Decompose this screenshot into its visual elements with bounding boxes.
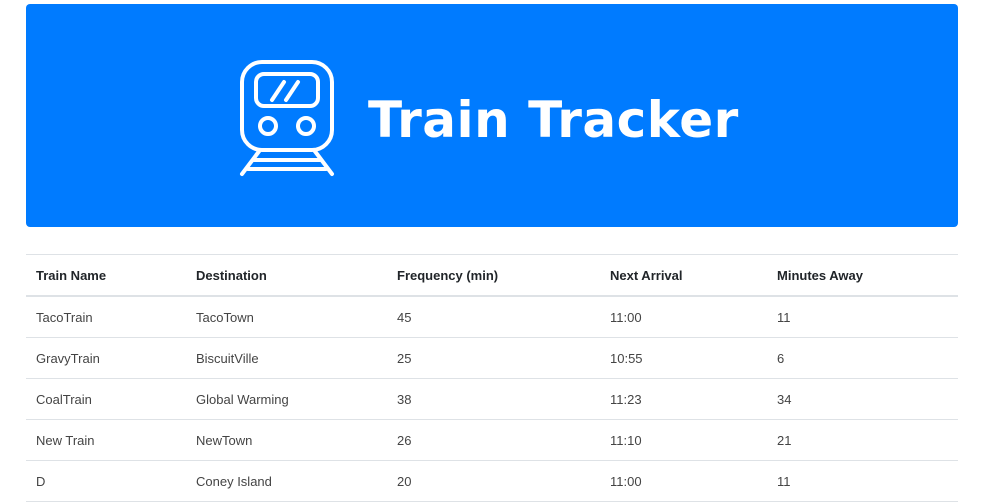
- cell-destination: NewTown: [186, 419, 387, 461]
- cell-minutes-away: 11: [767, 460, 958, 502]
- table-row: GravyTrain BiscuitVille 25 10:55 6: [26, 337, 958, 379]
- table-row: D Coney Island 20 11:00 11: [26, 460, 958, 502]
- cell-next-arrival: 11:10: [600, 419, 767, 461]
- table-row: TacoTrain TacoTown 45 11:00 11: [26, 296, 958, 338]
- table-row: New Train NewTown 26 11:10 21: [26, 419, 958, 461]
- cell-next-arrival: 11:23: [600, 378, 767, 420]
- cell-destination: BiscuitVille: [186, 337, 387, 379]
- page-title: Train Tracker: [368, 91, 739, 149]
- table-header: Train Name Destination Frequency (min) N…: [26, 254, 958, 297]
- cell-train-name: CoalTrain: [26, 378, 186, 420]
- table-header-row: Train Name Destination Frequency (min) N…: [26, 254, 958, 297]
- cell-minutes-away: 21: [767, 419, 958, 461]
- cell-frequency: 45: [387, 296, 600, 338]
- train-schedule-table: Train Name Destination Frequency (min) N…: [26, 254, 958, 502]
- cell-frequency: 38: [387, 378, 600, 420]
- cell-next-arrival: 10:55: [600, 337, 767, 379]
- header-banner: Train Tracker: [26, 4, 958, 227]
- cell-frequency: 25: [387, 337, 600, 379]
- cell-next-arrival: 11:00: [600, 460, 767, 502]
- cell-train-name: New Train: [26, 419, 186, 461]
- cell-minutes-away: 34: [767, 378, 958, 420]
- cell-train-name: GravyTrain: [26, 337, 186, 379]
- train-icon: [240, 60, 334, 176]
- column-header-next-arrival: Next Arrival: [600, 254, 767, 297]
- table-body: TacoTrain TacoTown 45 11:00 11 GravyTrai…: [26, 296, 958, 502]
- cell-destination: Global Warming: [186, 378, 387, 420]
- column-header-minutes-away: Minutes Away: [767, 254, 958, 297]
- column-header-train-name: Train Name: [26, 254, 186, 297]
- cell-train-name: TacoTrain: [26, 296, 186, 338]
- column-header-destination: Destination: [186, 254, 387, 297]
- cell-minutes-away: 11: [767, 296, 958, 338]
- table-row: CoalTrain Global Warming 38 11:23 34: [26, 378, 958, 420]
- cell-frequency: 26: [387, 419, 600, 461]
- cell-train-name: D: [26, 460, 186, 502]
- cell-destination: TacoTown: [186, 296, 387, 338]
- cell-destination: Coney Island: [186, 460, 387, 502]
- cell-frequency: 20: [387, 460, 600, 502]
- column-header-frequency: Frequency (min): [387, 254, 600, 297]
- page-container: Train Tracker Train Name Destination Fre…: [26, 0, 958, 502]
- header-content: Train Tracker: [238, 58, 739, 180]
- cell-next-arrival: 11:00: [600, 296, 767, 338]
- cell-minutes-away: 6: [767, 337, 958, 379]
